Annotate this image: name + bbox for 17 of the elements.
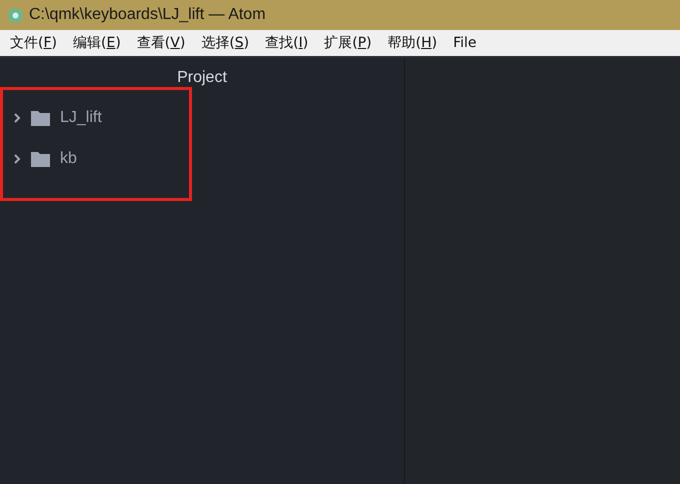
- chevron-right-icon[interactable]: [13, 113, 21, 123]
- menu-item[interactable]: 选择(S): [193, 32, 258, 54]
- panel-title: Project: [177, 68, 227, 88]
- tree-item[interactable]: LJ_lift: [0, 106, 404, 130]
- tree-item[interactable]: kb: [0, 147, 404, 171]
- menu-item[interactable]: 查找(I): [257, 32, 316, 54]
- menu-item[interactable]: 帮助(H): [380, 32, 446, 54]
- menu-item[interactable]: 查看(V): [128, 32, 194, 54]
- chevron-right-icon[interactable]: [13, 154, 21, 164]
- menu-item[interactable]: File: [445, 32, 485, 54]
- window-title: C:\qmk\keyboards\LJ_lift — Atom: [29, 5, 266, 25]
- menu-item[interactable]: 编辑(E): [65, 32, 129, 54]
- folder-icon: [31, 151, 50, 167]
- menu-item[interactable]: 扩展(P): [316, 32, 380, 54]
- folder-icon: [31, 110, 50, 126]
- app-icon: [8, 8, 23, 22]
- menu-item[interactable]: 文件(F): [2, 32, 65, 54]
